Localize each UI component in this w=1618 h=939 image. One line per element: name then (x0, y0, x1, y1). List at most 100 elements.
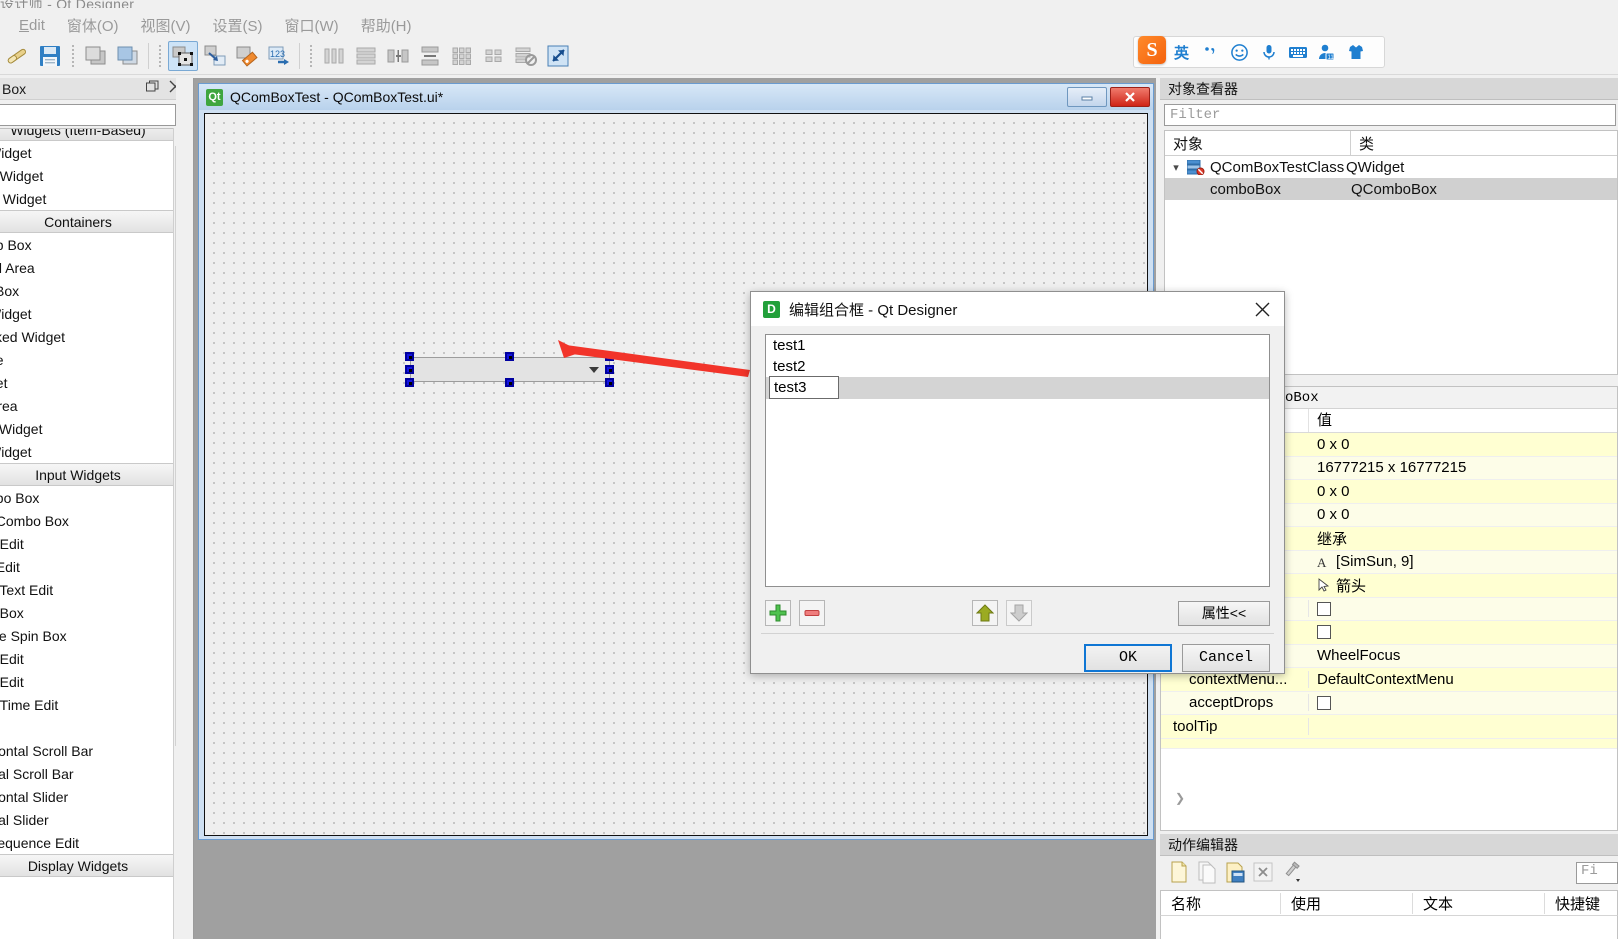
widget-category-input-widgets[interactable]: Input Widgets (0, 463, 176, 486)
widget-item[interactable]: Widget (0, 302, 176, 325)
widget-item[interactable]: k Widget (0, 417, 176, 440)
edit-buddies-icon[interactable] (232, 41, 262, 71)
widget-item[interactable]: ne (0, 348, 176, 371)
properties-toggle-button[interactable]: 属性<< (1178, 600, 1270, 626)
widget-item[interactable]: n Text Edit (0, 578, 176, 601)
property-value[interactable]: 继承 (1309, 528, 1617, 549)
edit-widgets-icon[interactable] (168, 40, 198, 71)
dialog-titlebar[interactable]: D 编辑组合框 - Qt Designer (751, 292, 1284, 326)
object-tree-row-root[interactable]: ▾ QComBoxTestClass QWidget (1165, 156, 1617, 178)
list-item[interactable]: test1 (766, 335, 1269, 356)
punctuation-icon[interactable] (1197, 39, 1224, 65)
save-icon[interactable] (35, 41, 65, 71)
cancel-button[interactable]: Cancel (1182, 643, 1270, 672)
widget-item[interactable]: get (0, 371, 176, 394)
remove-item-button[interactable] (799, 600, 825, 626)
menu-form[interactable]: 窗体(O) (56, 13, 130, 38)
selection-handle[interactable] (505, 378, 514, 387)
widget-item[interactable]: izontal Slider (0, 785, 176, 808)
widget-category-display-widgets[interactable]: Display Widgets (0, 854, 176, 877)
configure-action-icon[interactable] (1280, 860, 1304, 887)
widget-item[interactable]: Widget (0, 440, 176, 463)
voice-input-icon[interactable] (1255, 39, 1282, 65)
dialog-close-button[interactable] (1240, 292, 1284, 326)
widget-box-filter-input[interactable] (0, 104, 176, 126)
property-checkbox[interactable] (1317, 695, 1331, 710)
new-action-icon[interactable] (1168, 860, 1190, 887)
toolbar-grip-2[interactable] (156, 43, 164, 69)
selection-handle[interactable] (505, 352, 514, 361)
property-value[interactable]: DefaultContextMenu (1309, 671, 1617, 688)
property-row-acceptdrops[interactable]: acceptDrops (1161, 691, 1617, 715)
selection-handle[interactable] (605, 365, 614, 374)
undo-icon[interactable] (81, 41, 111, 71)
form-minimize-button[interactable] (1067, 87, 1107, 107)
property-checkbox[interactable] (1317, 625, 1331, 640)
move-down-button[interactable] (1005, 600, 1032, 626)
widget-item[interactable]: e Widget (0, 164, 176, 187)
add-item-button[interactable] (765, 600, 791, 626)
layout-grid-icon[interactable] (447, 41, 477, 71)
form-window-titlebar[interactable]: Qt QComBoxTest - QComBoxTest.ui* (199, 84, 1153, 110)
property-value[interactable]: 0 x 0 (1309, 436, 1617, 453)
property-row-tooltip[interactable]: toolTip (1161, 715, 1617, 739)
action-table-body[interactable] (1160, 916, 1618, 939)
widget-item[interactable]: e Edit (0, 532, 176, 555)
move-up-button[interactable] (971, 600, 998, 626)
menu-settings[interactable]: 设置(S) (202, 13, 274, 38)
widget-item[interactable]: oll Area (0, 256, 176, 279)
language-mode-icon[interactable]: 英 (1168, 39, 1195, 65)
layout-form-icon[interactable] (479, 41, 509, 71)
layout-horizontally-icon[interactable] (319, 41, 349, 71)
widget-item[interactable]: ble Spin Box (0, 624, 176, 647)
widget-item[interactable]: ical Slider (0, 808, 176, 831)
menu-help[interactable]: 帮助(H) (350, 13, 423, 38)
widget-item[interactable]: l Box (0, 279, 176, 302)
widget-item[interactable]: el (0, 877, 176, 900)
redo-icon[interactable] (113, 41, 143, 71)
widget-item[interactable]: nbo Box (0, 486, 176, 509)
ok-button[interactable]: OK (1084, 643, 1172, 672)
list-item[interactable]: test2 (766, 356, 1269, 377)
widget-item[interactable]: le Widget (0, 187, 176, 210)
adjust-size-icon[interactable] (543, 41, 573, 71)
widget-item[interactable]: e Edit (0, 647, 176, 670)
list-item-selected[interactable]: test3 (766, 376, 1269, 399)
widget-category-item-based[interactable]: Widgets (Item-Based) (0, 129, 176, 141)
property-checkbox[interactable] (1317, 601, 1331, 616)
paste-action-icon[interactable] (1224, 860, 1246, 887)
layout-vertically-icon[interactable] (351, 41, 381, 71)
delete-action-icon[interactable] (1252, 861, 1274, 886)
widget-item[interactable]: e/Time Edit (0, 693, 176, 716)
user-account-icon[interactable]: 11 (1313, 39, 1340, 65)
property-value[interactable]: 0 x 0 (1309, 506, 1617, 523)
open-icon[interactable] (3, 41, 33, 71)
widget-item[interactable]: Widget (0, 141, 176, 164)
object-tree-row-combobox[interactable]: comboBox QComboBox (1165, 178, 1617, 200)
layout-splitter-vertical-icon[interactable] (415, 41, 445, 71)
sogou-logo-icon[interactable]: S (1138, 36, 1166, 64)
toolbar-grip[interactable] (69, 43, 77, 69)
toolbar-grip-3[interactable] (307, 43, 315, 69)
widget-item[interactable]: Area (0, 394, 176, 417)
action-editor-filter-input[interactable]: Fi (1576, 862, 1618, 884)
widget-item[interactable]: ical Scroll Bar (0, 762, 176, 785)
widget-item[interactable] (0, 716, 176, 739)
selection-handle[interactable] (605, 378, 614, 387)
sogou-ime-toolbar[interactable]: S 英 11 (1133, 36, 1385, 68)
list-item-editor[interactable]: test3 (769, 376, 839, 399)
property-value[interactable]: 0 x 0 (1309, 483, 1617, 500)
property-row[interactable] (1161, 738, 1617, 749)
selection-handle[interactable] (605, 352, 614, 361)
widget-category-containers[interactable]: Containers (0, 210, 176, 233)
selection-handle[interactable] (405, 378, 414, 387)
property-value[interactable]: WheelFocus (1309, 647, 1617, 664)
copy-action-icon[interactable] (1196, 860, 1218, 887)
emoji-icon[interactable] (1226, 39, 1253, 65)
float-panel-icon[interactable] (146, 80, 159, 96)
layout-splitter-horizontal-icon[interactable] (383, 41, 413, 71)
widget-item[interactable]: t Edit (0, 555, 176, 578)
soft-keyboard-icon[interactable] (1284, 39, 1311, 65)
items-list[interactable]: test1 test2 test3 (765, 334, 1270, 587)
chevron-down-icon[interactable]: ▾ (1165, 161, 1187, 174)
